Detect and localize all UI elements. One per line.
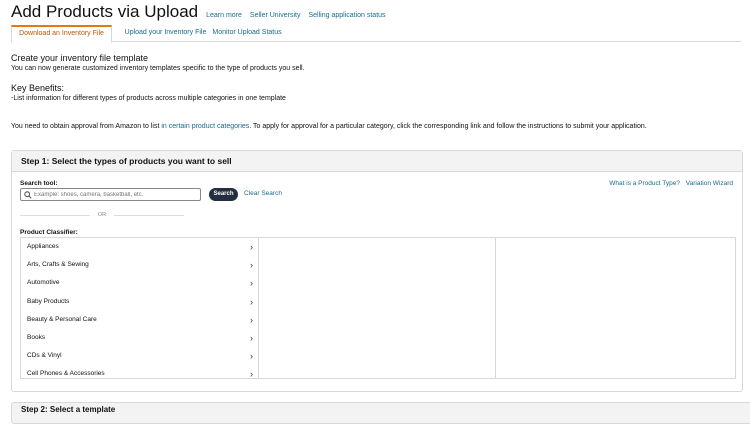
category-item[interactable]: Appliances › [21,238,258,256]
search-icon [24,190,32,199]
chevron-right-icon: › [250,332,253,343]
page-title: Add Products via Upload [11,2,199,21]
key-benefits-title: Key Benefits: [11,83,65,93]
category-item[interactable]: Books › [21,329,258,347]
product-classifier-label: Product Classifier: [20,229,78,236]
chevron-right-icon: › [250,278,253,289]
template-section-title: Create your inventory file template [11,53,149,63]
search-button[interactable]: Search [209,188,238,201]
seller-university-link[interactable]: Seller University [250,12,301,19]
category-item[interactable]: Automotive › [21,274,258,292]
classifier-column-1: Appliances › Arts, Crafts & Sewing › Autom… [21,238,259,378]
tab-download-inventory-file[interactable]: Download an Inventory File [11,25,112,43]
approval-notice: You need to obtain approval from Amazon … [11,123,647,130]
product-classifier: Appliances › Arts, Crafts & Sewing › Autom… [20,237,736,379]
chevron-right-icon: › [250,260,253,271]
category-label: Books [27,333,46,341]
category-label: Baby Products [27,297,70,305]
tab-upload-inventory-file[interactable]: Upload your Inventory File [112,26,219,40]
classifier-column-2 [259,238,496,378]
tab-bar: Download an Inventory File Upload your I… [11,25,741,43]
step2-title: Step 2: Select a template [11,402,750,424]
clear-search-link[interactable]: Clear Search [244,190,282,197]
category-label: Cell Phones & Accessories [27,370,105,378]
selling-application-status-link[interactable]: Selling application status [308,12,385,19]
or-divider: OR [20,212,184,218]
step1-title: Step 1: Select the types of products you… [12,151,742,172]
search-input[interactable] [32,191,196,198]
tab-monitor-upload-status[interactable]: Monitor Upload Status [210,26,284,40]
chevron-right-icon: › [250,314,253,325]
classifier-column-3 [496,238,735,378]
category-item[interactable]: Beauty & Personal Care › [21,311,258,329]
what-is-product-type-link[interactable]: What is a Product Type? [609,180,680,187]
approval-text-pre: You need to obtain approval from Amazon … [11,123,162,130]
help-links: What is a Product Type? Variation Wizard [609,180,733,187]
category-label: Beauty & Personal Care [27,315,97,323]
category-item[interactable]: Cell Phones & Accessories › [21,365,258,379]
search-box [20,188,201,201]
variation-wizard-link[interactable]: Variation Wizard [686,180,733,187]
chevron-right-icon: › [250,351,253,362]
learn-more-link[interactable]: Learn more [206,12,242,19]
category-item[interactable]: Baby Products › [21,293,258,311]
chevron-right-icon: › [250,242,253,252]
step1-panel: Step 1: Select the types of products you… [11,150,743,392]
category-label: Arts, Crafts & Sewing [27,261,89,269]
page-header: Add Products via Upload Learn more Selle… [11,2,386,22]
category-item[interactable]: CDs & Vinyl › [21,347,258,365]
category-label: CDs & Vinyl [27,352,62,360]
category-label: Automotive [27,279,60,287]
approval-text-post: . To apply for approval for a particular… [249,123,647,130]
template-section-text: You can now generate customized inventor… [11,65,305,72]
certain-categories-link[interactable]: in certain product categories [161,123,249,130]
chevron-right-icon: › [250,296,253,307]
category-item[interactable]: Arts, Crafts & Sewing › [21,256,258,274]
search-tool-label: Search tool: [20,180,58,187]
key-benefits-text: -List information for different types of… [11,95,286,102]
category-label: Appliances [27,243,59,250]
chevron-right-icon: › [250,369,253,379]
